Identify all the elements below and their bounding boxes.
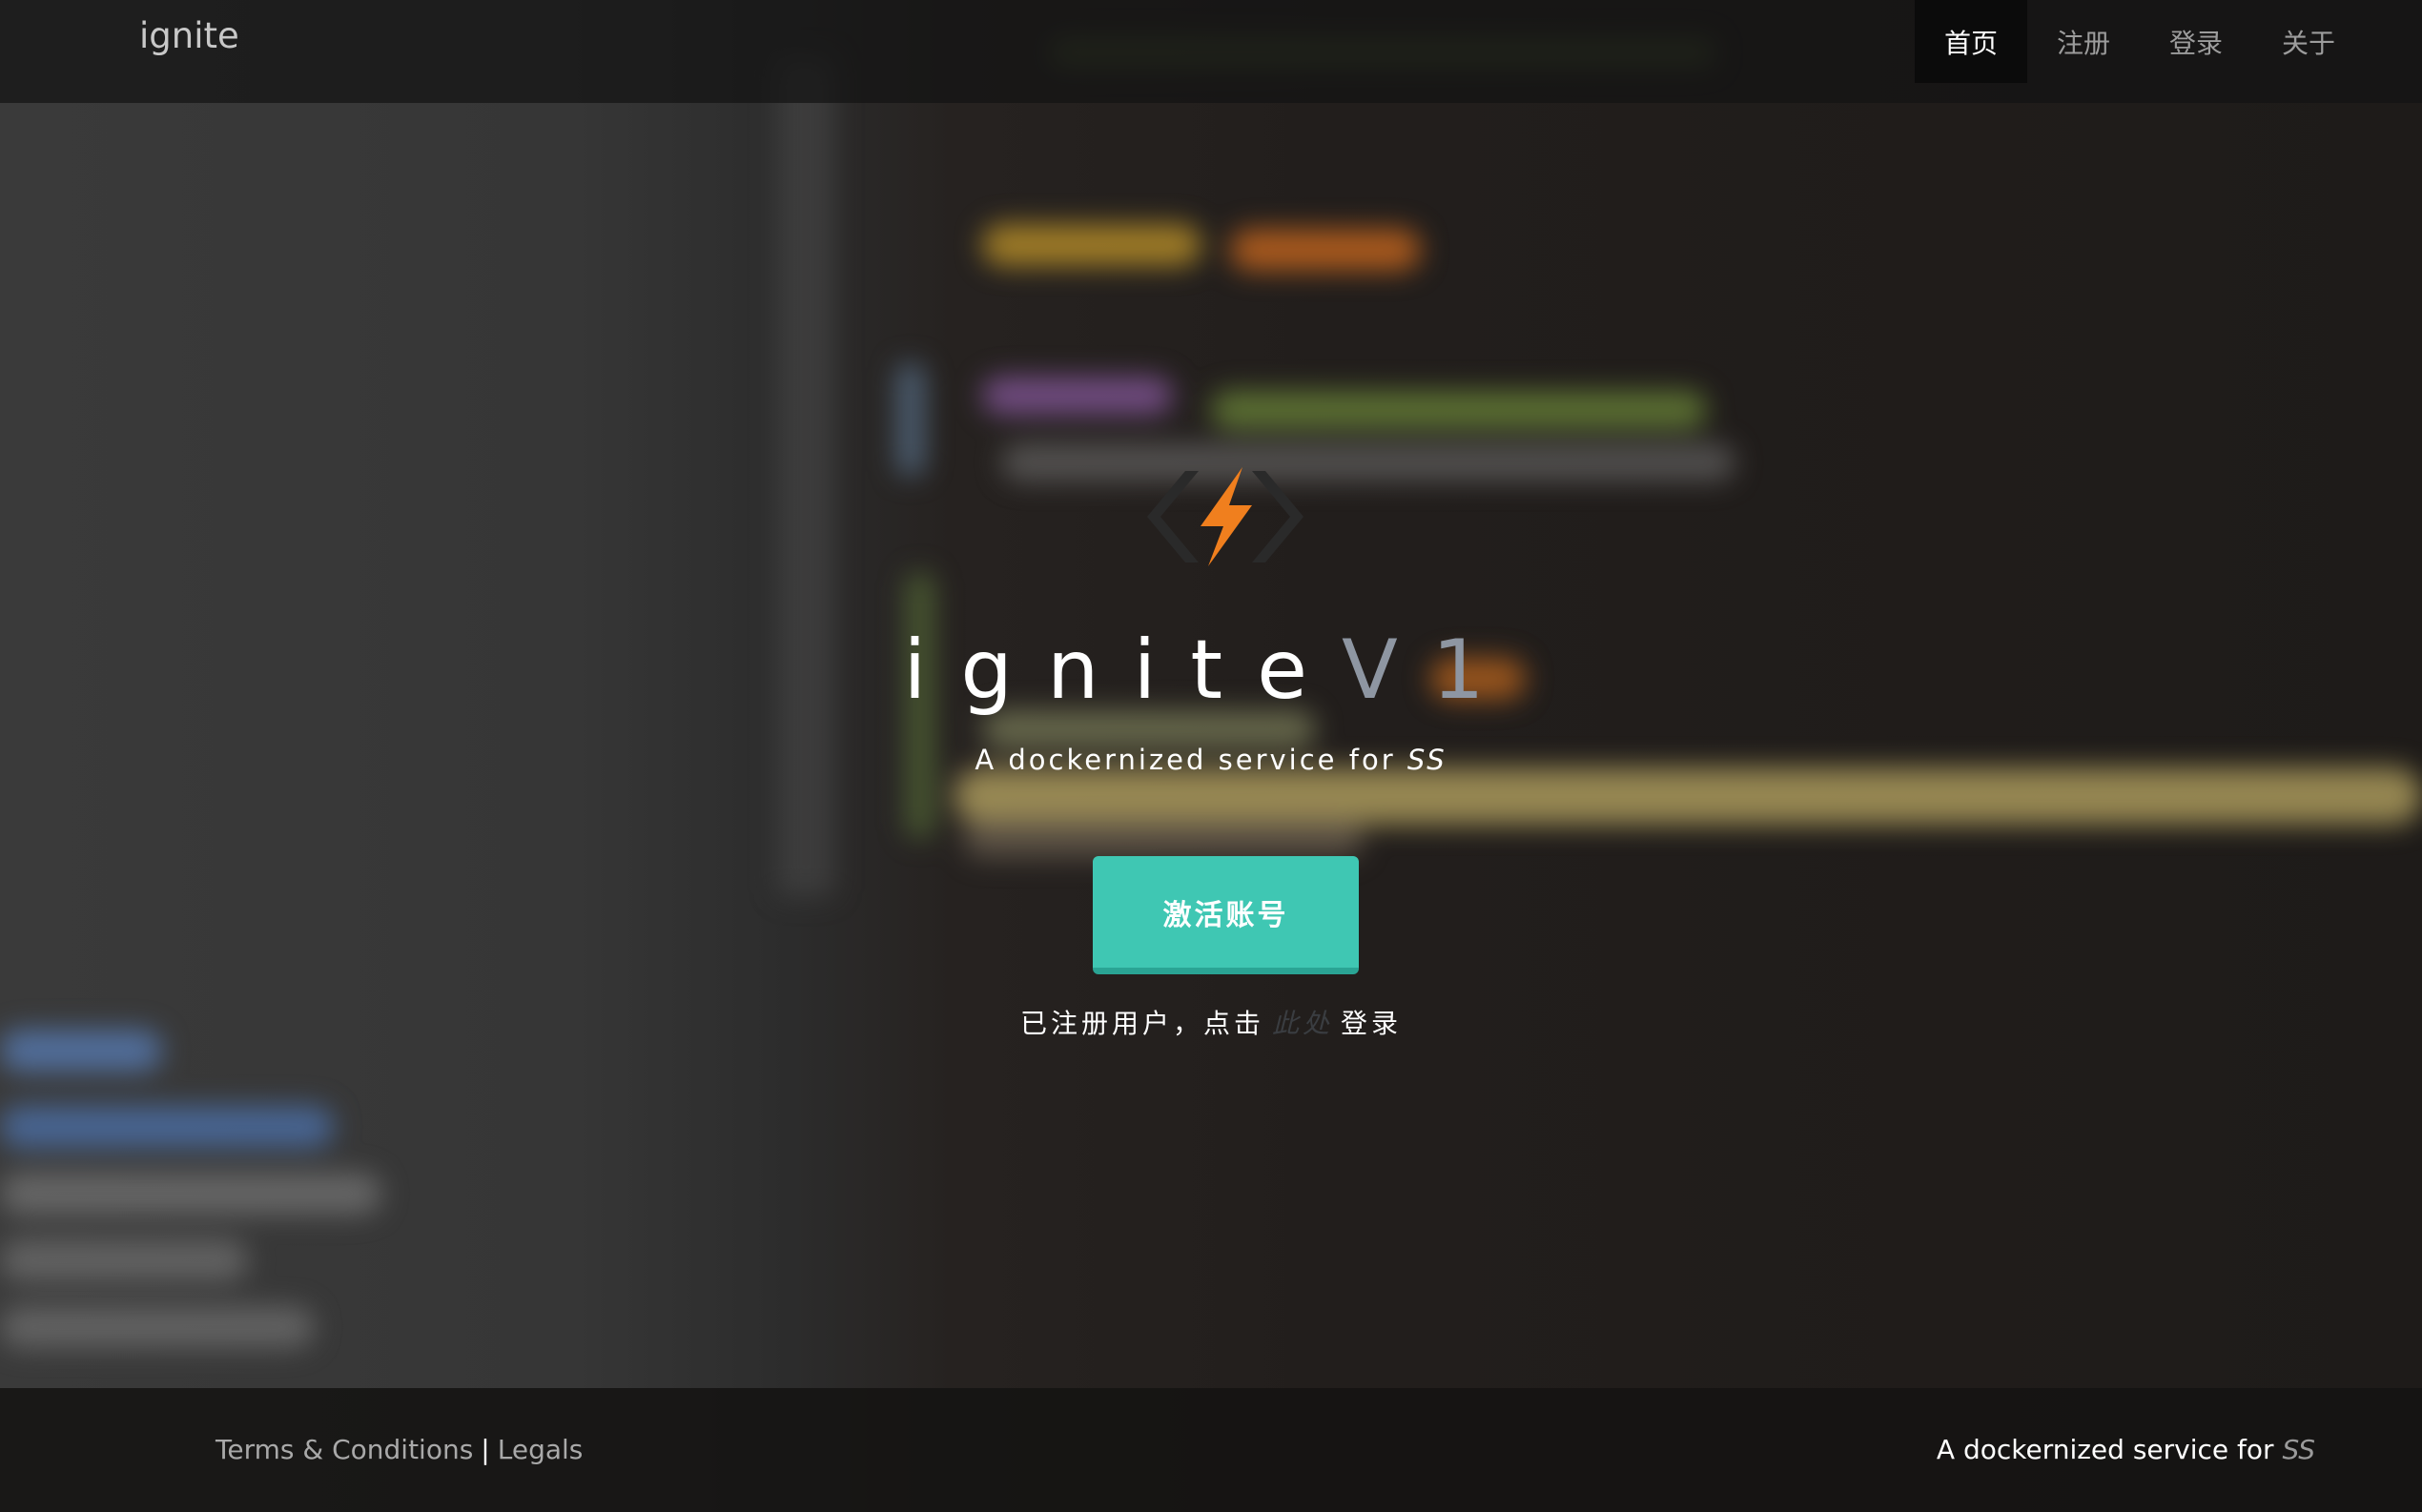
footer-tagline-text: A dockernized service for (1936, 1434, 2283, 1465)
hero-subtitle-text: A dockernized service for (975, 744, 1407, 776)
page: ignite 首页 注册 登录 关于 igniteV1 A dockernize… (0, 0, 2422, 1512)
footer-links: Terms & Conditions | Legals (216, 1434, 583, 1465)
nav-item-about[interactable]: 关于 (2252, 0, 2365, 83)
login-prompt-suffix: 登录 (1341, 1008, 1403, 1039)
legals-link[interactable]: Legals (498, 1434, 584, 1465)
terms-link[interactable]: Terms & Conditions (216, 1434, 473, 1465)
hero-subtitle: A dockernized service for SS (0, 744, 2422, 776)
nav-item-register[interactable]: 注册 (2027, 0, 2140, 83)
brand-logo[interactable]: ignite (139, 13, 239, 59)
hero: igniteV1 A dockernized service for SS 激活… (0, 0, 2422, 1388)
footer-separator: | (481, 1434, 490, 1465)
activate-account-button[interactable]: 激活账号 (1093, 856, 1359, 974)
hero-subtitle-emphasis: SS (1406, 744, 1447, 776)
login-prompt: 已注册用户，点击 此处 登录 (0, 1003, 2422, 1041)
hero-title-name: ignite (903, 623, 1342, 718)
footer-tagline-emphasis: SS (2282, 1434, 2315, 1465)
nav-item-login[interactable]: 登录 (2140, 0, 2252, 83)
footer: Terms & Conditions | Legals A dockernized … (0, 1388, 2422, 1512)
navbar: ignite 首页 注册 登录 关于 (0, 0, 2422, 103)
login-prompt-prefix: 已注册用户，点击 (1019, 1008, 1264, 1039)
bolt-code-brackets-icon (1147, 467, 1303, 566)
nav-item-home[interactable]: 首页 (1914, 0, 2027, 83)
hero-title: igniteV1 (0, 618, 2422, 723)
footer-tagline: A dockernized service for SS (1937, 1434, 2315, 1465)
login-here-link[interactable]: 此处 (1272, 1008, 1333, 1039)
nav-menu: 首页 注册 登录 关于 (1914, 0, 2365, 83)
hero-title-version: V1 (1341, 623, 1519, 718)
